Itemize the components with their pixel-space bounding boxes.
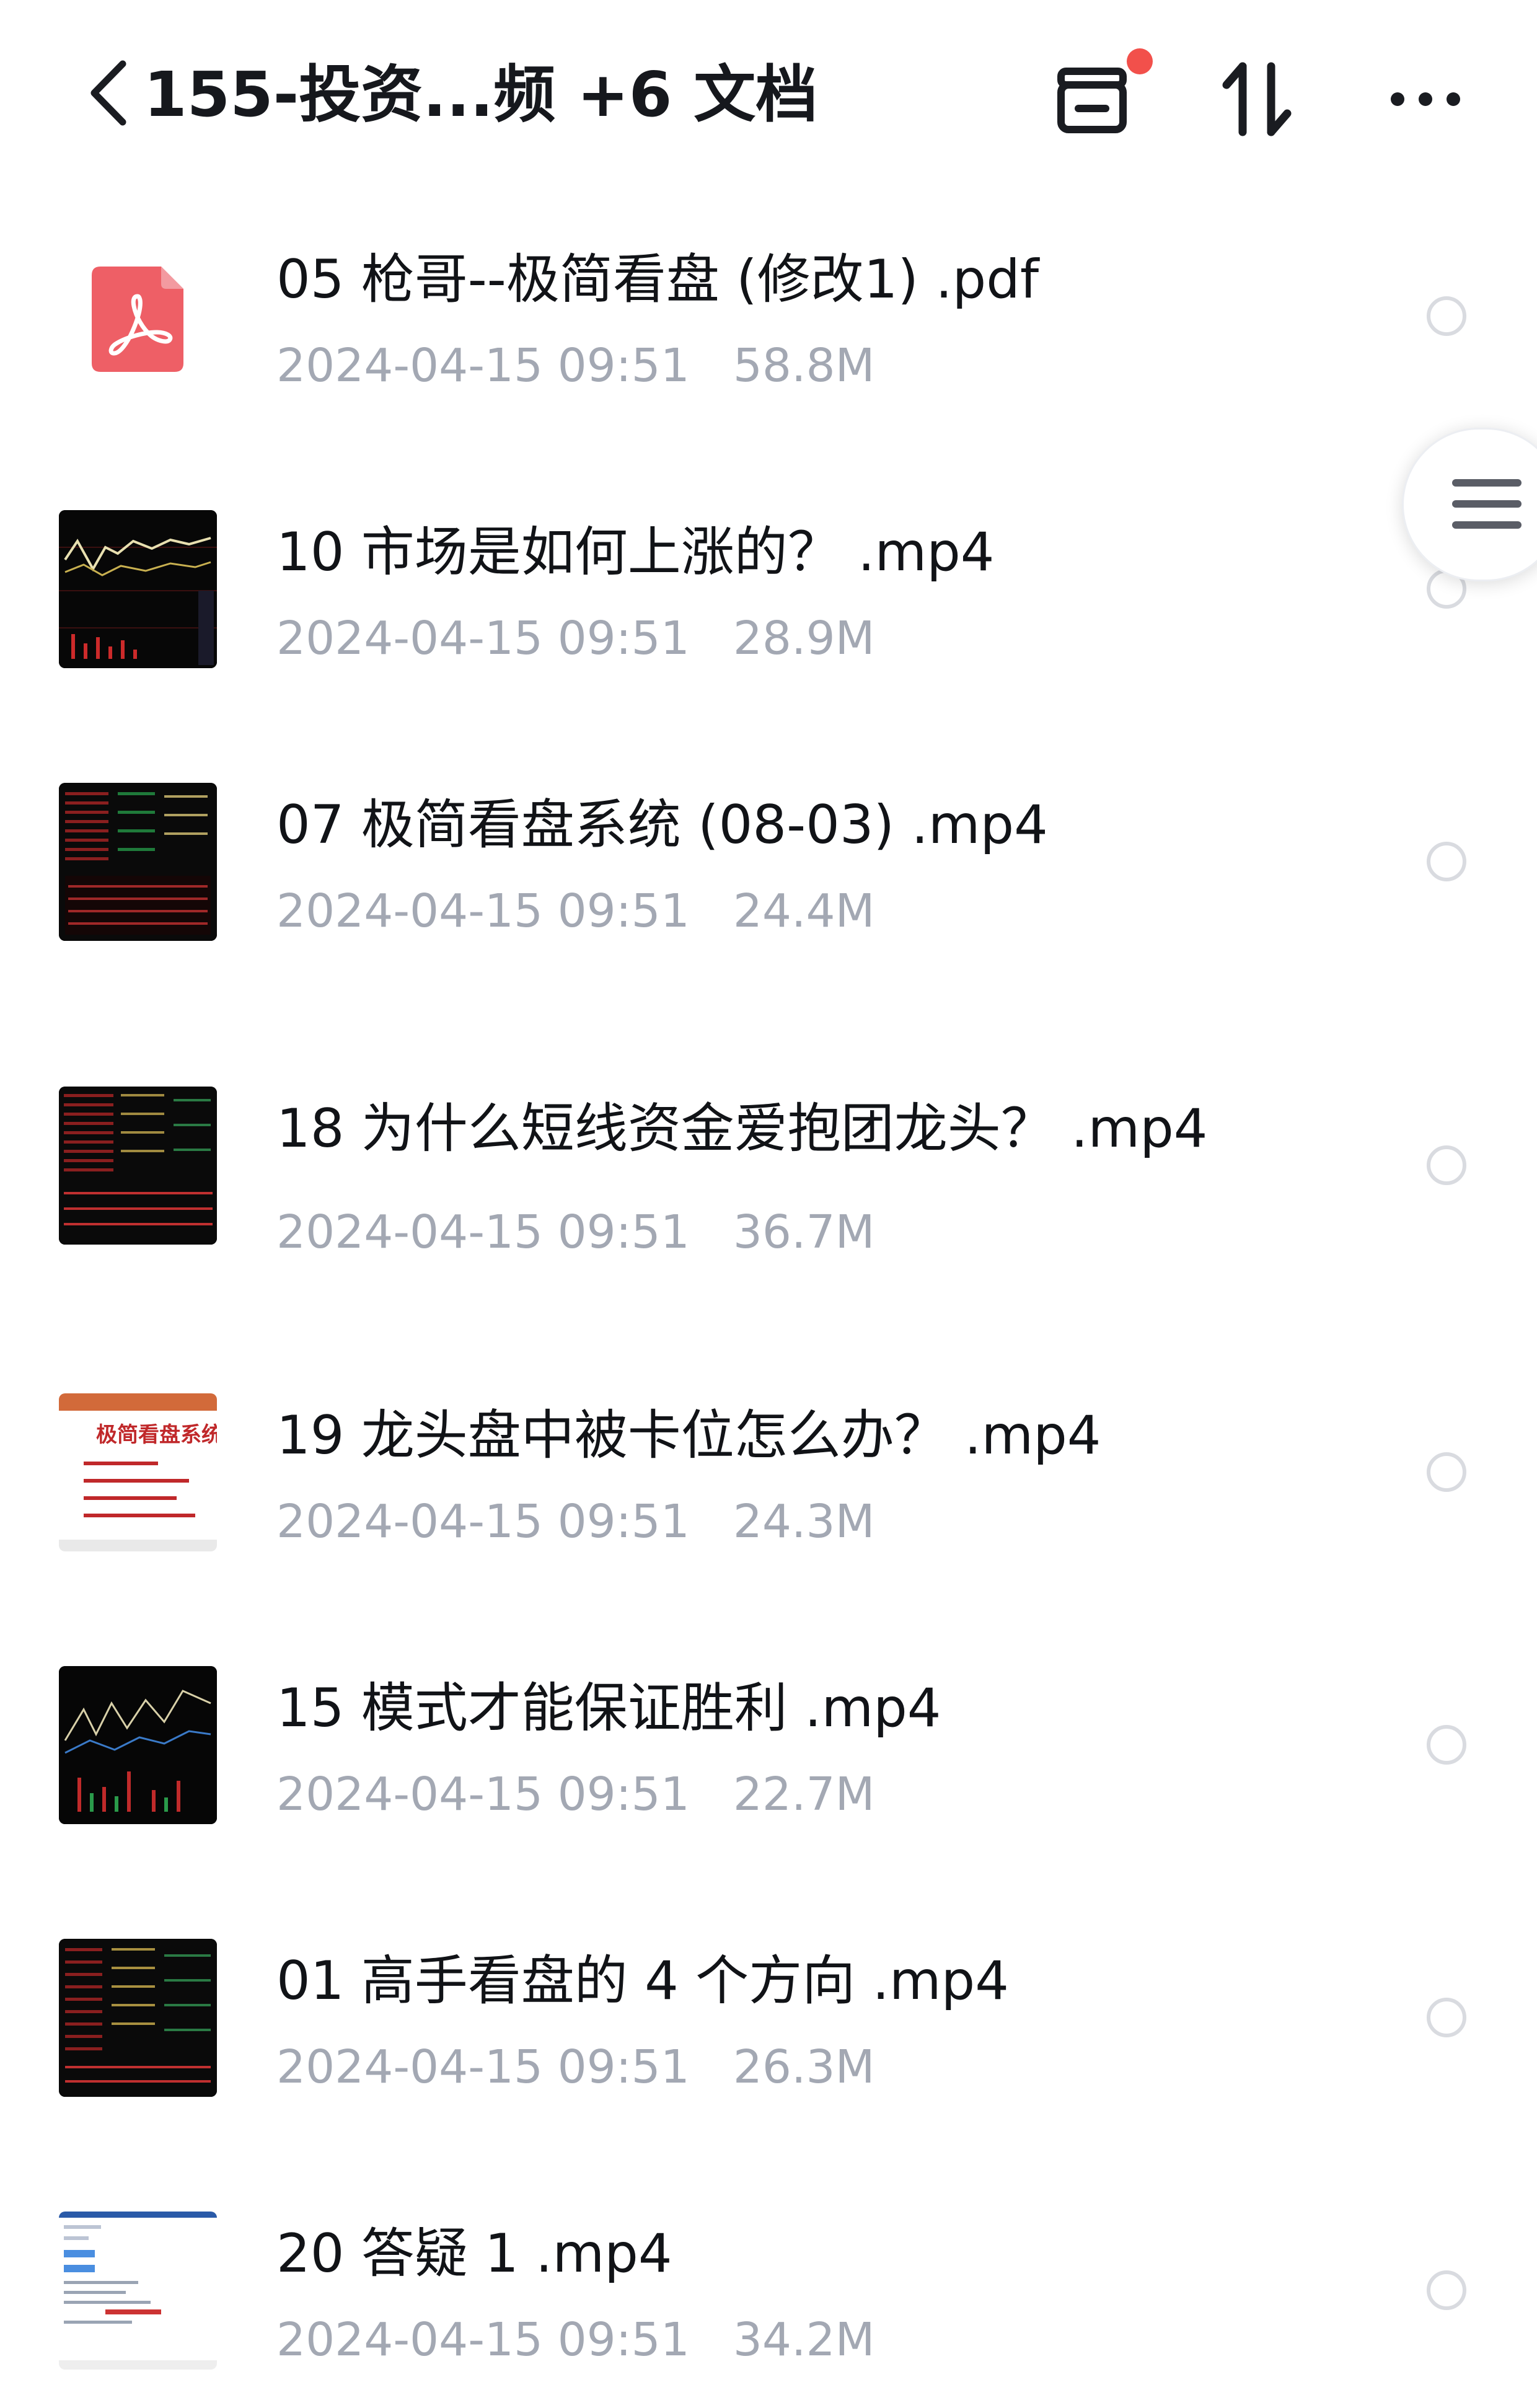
pdf-file-icon — [92, 267, 183, 372]
page-title: 155-投资...频 +6 文档 — [144, 58, 818, 131]
file-size: 36.7M — [733, 1206, 875, 1259]
file-meta: 2024-04-15 09:51 22.7M — [276, 1765, 874, 1824]
file-date: 2024-04-15 09:51 — [276, 612, 690, 665]
sort-icon — [1222, 62, 1292, 136]
select-radio[interactable] — [1427, 842, 1466, 881]
file-row[interactable]: 极简看盘系统 19 龙头盘中被卡位怎么办？ .mp4 2024-04-15 09… — [0, 1342, 1537, 1590]
file-size: 28.9M — [733, 612, 875, 665]
file-meta: 2024-04-15 09:51 26.3M — [276, 2037, 874, 2097]
file-name: 15 模式才能保证胜利 .mp4 — [276, 1677, 941, 1739]
file-date: 2024-04-15 09:51 — [276, 1495, 690, 1548]
file-date: 2024-04-15 09:51 — [276, 1206, 690, 1259]
hamburger-icon — [1452, 479, 1522, 542]
file-size: 58.8M — [733, 339, 875, 392]
file-row[interactable]: 10 市场是如何上涨的？ .mp4 2024-04-15 09:51 28.9M — [0, 459, 1537, 707]
notification-badge-dot — [1127, 48, 1153, 74]
file-meta: 2024-04-15 09:51 28.9M — [276, 609, 874, 668]
file-name: 19 龙头盘中被卡位怎么办？ .mp4 — [276, 1405, 1101, 1466]
screen-thumbnail — [59, 2212, 217, 2370]
file-name: 01 高手看盘的 4 个方向 .mp4 — [276, 1950, 1009, 2012]
file-date: 2024-04-15 09:51 — [276, 339, 690, 392]
file-size: 24.3M — [733, 1495, 875, 1548]
file-date: 2024-04-15 09:51 — [276, 2313, 690, 2366]
file-size: 22.7M — [733, 1768, 875, 1821]
select-radio[interactable] — [1427, 1998, 1466, 2037]
file-date: 2024-04-15 09:51 — [276, 884, 690, 938]
file-meta: 2024-04-15 09:51 58.8M — [276, 336, 874, 395]
file-name: 20 答疑 1 .mp4 — [276, 2223, 672, 2285]
transfer-list-button[interactable] — [1047, 53, 1140, 146]
file-meta: 2024-04-15 09:51 34.2M — [276, 2310, 874, 2370]
file-name: 10 市场是如何上涨的？ .mp4 — [276, 521, 995, 583]
video-thumbnail — [59, 1666, 217, 1824]
slide-title-text: 极简看盘系统 — [96, 1422, 217, 1447]
more-button[interactable] — [1379, 53, 1472, 146]
file-row[interactable]: 18 为什么短线资金爱抱团龙头？ .mp4 2024-04-15 09:51 36… — [0, 1035, 1537, 1283]
video-thumbnail — [59, 1939, 217, 2097]
more-icon — [1391, 92, 1460, 106]
file-size: 24.4M — [733, 884, 875, 938]
select-radio[interactable] — [1427, 1145, 1466, 1185]
file-row[interactable]: 15 模式才能保证胜利 .mp4 2024-04-15 09:51 22.7M — [0, 1615, 1537, 1863]
file-row[interactable]: 01 高手看盘的 4 个方向 .mp4 2024-04-15 09:51 26.3… — [0, 1887, 1537, 2135]
video-thumbnail — [59, 510, 217, 668]
select-radio[interactable] — [1427, 296, 1466, 336]
file-date: 2024-04-15 09:51 — [276, 2040, 690, 2094]
select-radio[interactable] — [1427, 1452, 1466, 1492]
file-meta: 2024-04-15 09:51 36.7M — [276, 1202, 874, 1262]
transfer-list-icon — [1057, 68, 1127, 133]
file-date: 2024-04-15 09:51 — [276, 1768, 690, 1821]
file-row[interactable]: 07 极简看盘系统 (08-03) .mp4 2024-04-15 09:51 2… — [0, 731, 1537, 979]
back-chevron-icon[interactable] — [87, 59, 130, 127]
slide-thumbnail: 极简看盘系统 — [59, 1393, 217, 1551]
file-meta: 2024-04-15 09:51 24.4M — [276, 881, 874, 941]
file-size: 34.2M — [733, 2313, 875, 2366]
select-radio[interactable] — [1427, 1725, 1466, 1765]
video-thumbnail — [59, 783, 217, 941]
file-name: 07 极简看盘系统 (08-03) .mp4 — [276, 794, 1048, 856]
select-radio[interactable] — [1427, 2270, 1466, 2310]
file-meta: 2024-04-15 09:51 24.3M — [276, 1492, 874, 1551]
file-row[interactable]: 05 枪哥--极简看盘 (修改1) .pdf 2024-04-15 09:51 5… — [0, 186, 1537, 434]
top-bar: 155-投资...频 +6 文档 — [0, 0, 1537, 186]
sort-button[interactable] — [1212, 53, 1305, 146]
file-name: 18 为什么短线资金爱抱团龙头？ .mp4 — [276, 1098, 1208, 1160]
file-size: 26.3M — [733, 2040, 875, 2094]
video-thumbnail — [59, 1087, 217, 1245]
file-row[interactable]: 20 答疑 1 .mp4 2024-04-15 09:51 34.2M — [0, 2160, 1537, 2408]
file-name: 05 枪哥--极简看盘 (修改1) .pdf — [276, 249, 1039, 311]
